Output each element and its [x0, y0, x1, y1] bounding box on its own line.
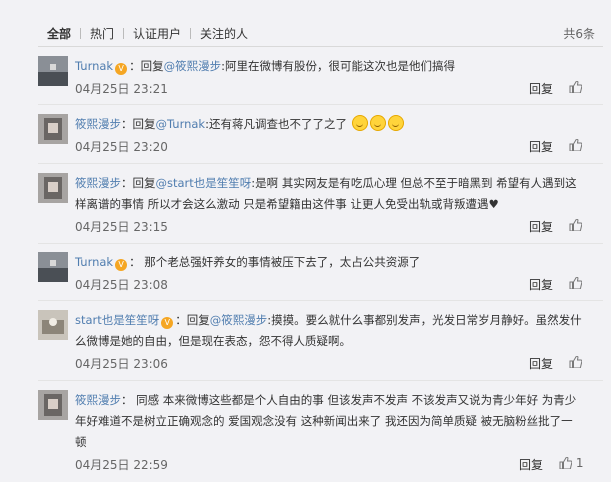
vip-badge-icon: V	[115, 259, 128, 271]
comment-divider	[38, 300, 603, 301]
like-button[interactable]	[569, 355, 582, 369]
mention-link[interactable]: @start也是笙笙呀	[156, 176, 252, 190]
laugh-emoji-icon	[351, 115, 368, 131]
comment-time: 04月25日 23:20	[75, 140, 168, 154]
comment-text: 同感 本来微博这些都是个人自由的事 但该发声不发声 不该发声又说为青少年好 为青…	[75, 393, 577, 449]
like-button[interactable]	[569, 80, 582, 94]
reply-button[interactable]: 回复	[529, 138, 553, 155]
reply-button[interactable]: 回复	[529, 80, 553, 97]
comment-panel: 全部 热门 认证用户 关注的人 共6条 Turnak V ：回复@筱熙漫步:阿里在微…	[0, 0, 611, 482]
laugh-emoji-icon	[369, 115, 386, 131]
avatar[interactable]	[38, 56, 68, 86]
user-name[interactable]: Turnak	[75, 59, 113, 73]
comment-text: :阿里在微博有股份，很可能这次也是他们搞得	[221, 59, 455, 73]
mention-link[interactable]: @筱熙漫步	[210, 313, 268, 327]
tab-all[interactable]: 全部	[47, 25, 71, 42]
comment-time: 04月25日 22:59	[75, 458, 168, 472]
user-name[interactable]: 筱熙漫步	[75, 117, 121, 131]
comment-time: 04月25日 23:21	[75, 82, 168, 96]
user-name[interactable]: start也是笙笙呀	[75, 313, 159, 327]
avatar[interactable]	[38, 390, 68, 420]
comment-text: 那个老总强奸养女的事情被压下去了，太占公共资源了	[144, 255, 421, 269]
comment-divider	[38, 163, 603, 164]
like-button[interactable]: 1	[559, 456, 583, 470]
reply-button[interactable]: 回复	[529, 355, 553, 372]
laugh-emoji-icon	[387, 115, 404, 131]
thumb-up-icon	[569, 81, 582, 93]
reply-prefix: 回复	[140, 59, 164, 73]
avatar[interactable]	[38, 173, 68, 203]
tab-following[interactable]: 关注的人	[200, 25, 248, 42]
comment-divider	[38, 104, 603, 105]
comment-time: 04月25日 23:15	[75, 220, 168, 234]
avatar[interactable]	[38, 252, 68, 282]
user-name[interactable]: Turnak	[75, 255, 113, 269]
thumb-up-icon	[569, 139, 582, 151]
header-divider	[38, 46, 603, 47]
reply-prefix: 回复	[132, 176, 156, 190]
user-name[interactable]: 筱熙漫步	[75, 393, 121, 407]
reply-prefix: 回复	[132, 117, 156, 131]
like-button[interactable]	[569, 218, 582, 232]
mention-link[interactable]: @Turnak	[156, 117, 206, 131]
tab-divider	[190, 27, 192, 39]
comment-time: 04月25日 23:08	[75, 278, 168, 292]
comment-time: 04月25日 23:06	[75, 357, 168, 371]
avatar[interactable]	[38, 114, 68, 144]
user-name[interactable]: 筱熙漫步	[75, 176, 121, 190]
reply-button[interactable]: 回复	[529, 276, 553, 293]
reply-button[interactable]: 回复	[529, 218, 553, 235]
filter-tabs: 全部 热门 认证用户 关注的人	[47, 25, 248, 41]
vip-badge-icon: V	[161, 317, 174, 329]
avatar[interactable]	[38, 310, 68, 340]
tab-hot[interactable]: 热门	[90, 25, 114, 42]
heart-icon: ♥	[488, 197, 499, 211]
tab-divider	[123, 27, 125, 39]
thumb-up-icon	[559, 457, 572, 469]
vip-badge-icon: V	[115, 63, 128, 75]
reply-prefix: 回复	[186, 313, 210, 327]
reply-button[interactable]: 回复	[519, 456, 543, 473]
mention-link[interactable]: @筱熙漫步	[164, 59, 222, 73]
thumb-up-icon	[569, 219, 582, 231]
like-button[interactable]	[569, 138, 582, 152]
comment-divider	[38, 243, 603, 244]
thumb-up-icon	[569, 356, 582, 368]
like-button[interactable]	[569, 276, 582, 290]
tab-verified[interactable]: 认证用户	[133, 25, 181, 42]
comment-count: 共6条	[563, 27, 595, 41]
comment-text: :还有蒋凡调查也不了了之了	[205, 117, 347, 131]
thumb-up-icon	[569, 277, 582, 289]
tab-divider	[80, 27, 82, 39]
comment-divider	[38, 380, 603, 381]
like-count: 1	[575, 456, 584, 470]
